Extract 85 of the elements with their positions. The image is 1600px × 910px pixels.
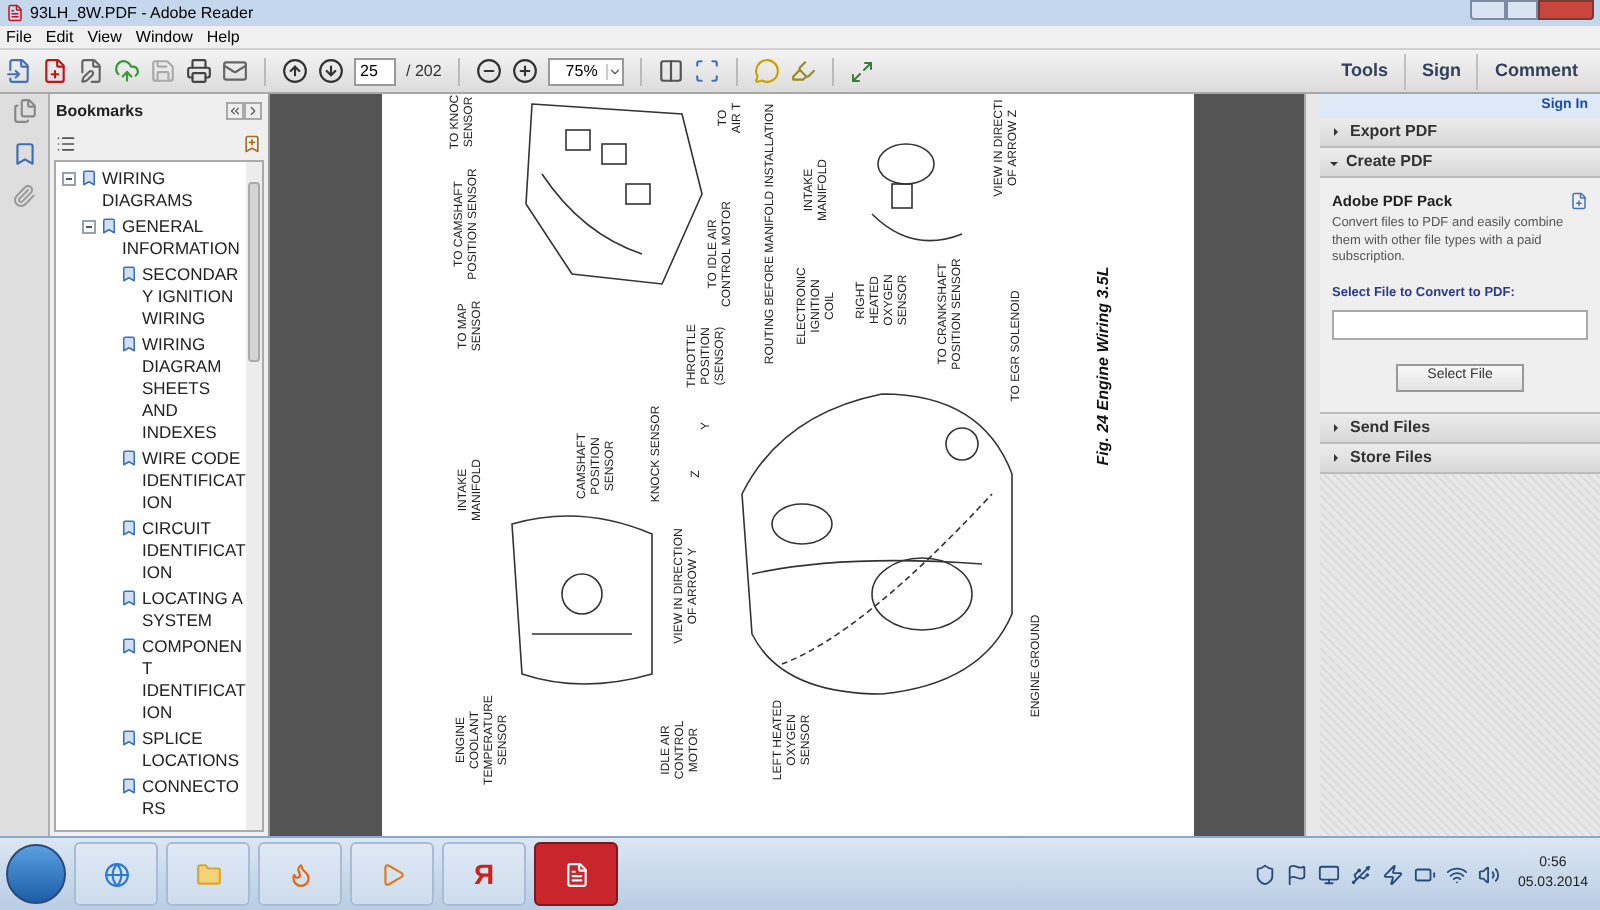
taskbar-app[interactable]: Я bbox=[442, 842, 526, 906]
figure-caption: Fig. 24 Engine Wiring 3.5L bbox=[1092, 266, 1114, 466]
document-icon bbox=[563, 861, 589, 887]
bookmark-item[interactable]: SECONDARY IGNITION WIRING bbox=[142, 264, 246, 330]
full-screen-icon[interactable] bbox=[849, 59, 874, 83]
create-file-icon[interactable] bbox=[42, 58, 68, 84]
section-header[interactable]: Export PDF bbox=[1320, 118, 1600, 148]
sensor-drawing bbox=[871, 143, 963, 242]
bookmark-item[interactable]: CIRCUIT IDENTIFICATION bbox=[142, 518, 246, 584]
window-title: 93LH_8W.PDF - Adobe Reader bbox=[30, 1, 254, 25]
zoom-dropdown[interactable]: 75% bbox=[547, 57, 624, 85]
bookmark-icon bbox=[120, 636, 138, 656]
open-file-icon[interactable] bbox=[6, 58, 32, 84]
toolbar-tab[interactable]: Tools bbox=[1325, 53, 1404, 89]
next-page-icon[interactable] bbox=[318, 58, 344, 84]
page-number-field[interactable]: 25 bbox=[354, 57, 396, 85]
options-icon[interactable] bbox=[56, 134, 76, 154]
menu-item[interactable]: View bbox=[87, 27, 122, 47]
section-header[interactable]: Store Files bbox=[1320, 443, 1600, 473]
scrollbar[interactable] bbox=[246, 162, 262, 830]
bookmark-item[interactable]: GENERAL INFORMATION bbox=[122, 216, 246, 260]
bookmark-icon bbox=[100, 216, 118, 236]
folder-icon bbox=[195, 861, 221, 887]
toolbar-tab[interactable]: Comment bbox=[1476, 53, 1594, 89]
tray-icon[interactable] bbox=[1285, 863, 1308, 885]
section-header[interactable]: Send Files bbox=[1320, 413, 1600, 443]
collapse-toggle[interactable] bbox=[82, 220, 96, 234]
menu-item[interactable]: Window bbox=[135, 27, 193, 47]
mail-icon[interactable] bbox=[222, 58, 248, 84]
tray-icon[interactable] bbox=[1477, 863, 1500, 885]
collapse-toggle[interactable] bbox=[62, 172, 76, 186]
tray-icon[interactable] bbox=[1349, 863, 1372, 885]
expand-panel-icon[interactable] bbox=[244, 102, 262, 120]
bookmark-icon bbox=[120, 518, 138, 538]
tray-icon[interactable] bbox=[1413, 863, 1436, 885]
start-button[interactable] bbox=[6, 844, 66, 904]
panel-title: Bookmarks bbox=[56, 99, 144, 123]
bookmark-item[interactable]: CONNECTORS bbox=[142, 776, 246, 820]
tray-icon[interactable] bbox=[1253, 863, 1276, 885]
section-header[interactable]: Create PDF bbox=[1320, 148, 1600, 178]
maximize-button[interactable] bbox=[1506, 0, 1538, 20]
minimize-button[interactable] bbox=[1470, 0, 1506, 20]
edit-file-icon[interactable] bbox=[78, 58, 104, 84]
zoom-in-icon[interactable] bbox=[511, 58, 538, 84]
taskbar-app[interactable] bbox=[534, 842, 618, 906]
zoom-out-icon[interactable] bbox=[475, 58, 502, 84]
bookmark-item[interactable]: COMPONENT IDENTIFICATION bbox=[142, 636, 246, 724]
print-icon[interactable] bbox=[186, 58, 212, 84]
menu-item[interactable]: Edit bbox=[45, 27, 74, 47]
fit-width-icon[interactable] bbox=[693, 58, 720, 84]
menu-item[interactable]: Help bbox=[206, 27, 240, 47]
bookmark-icon bbox=[120, 588, 138, 608]
play-icon bbox=[379, 861, 405, 887]
bookmark-icon bbox=[120, 264, 138, 284]
bookmark-item[interactable]: SPLICE LOCATIONS bbox=[142, 728, 246, 772]
bookmark-icon bbox=[120, 334, 138, 354]
toolbar-tab[interactable]: Sign bbox=[1403, 53, 1477, 89]
new-bookmark-icon[interactable] bbox=[242, 134, 262, 154]
file-input-field[interactable] bbox=[1332, 309, 1588, 339]
bookmark-item[interactable]: WIRING DIAGRAM SHEETS AND INDEXES bbox=[142, 334, 246, 444]
page-count: / 202 bbox=[406, 59, 442, 83]
browser-icon bbox=[103, 861, 129, 887]
bookmark-icon bbox=[120, 776, 138, 796]
scrollbar[interactable] bbox=[1304, 94, 1320, 836]
cloud-upload-icon[interactable] bbox=[114, 58, 140, 84]
collapse-panel-icon[interactable] bbox=[226, 102, 244, 120]
bookmark-icon bbox=[120, 448, 138, 468]
fit-page-icon[interactable] bbox=[657, 58, 684, 84]
tray-icon[interactable] bbox=[1445, 863, 1468, 885]
bookmark-item[interactable]: WIRING DIAGRAMS bbox=[102, 168, 234, 212]
previous-page-icon[interactable] bbox=[282, 58, 308, 84]
app-icon bbox=[6, 4, 24, 22]
bookmark-item[interactable]: LOCATING A SYSTEM bbox=[142, 588, 246, 632]
tray-icon[interactable] bbox=[1381, 863, 1404, 885]
bookmark-icon[interactable] bbox=[11, 140, 37, 168]
bookmark-icon bbox=[80, 168, 98, 188]
caret-icon bbox=[605, 63, 622, 79]
flame-icon bbox=[287, 861, 313, 887]
menu-item[interactable]: File bbox=[6, 27, 32, 47]
highlight-icon[interactable] bbox=[789, 58, 816, 84]
bookmark-icon bbox=[120, 728, 138, 748]
pages-icon[interactable] bbox=[11, 98, 37, 124]
tray-icon[interactable] bbox=[1317, 863, 1340, 885]
pdf-pack-icon bbox=[1570, 192, 1588, 211]
bookmark-item[interactable]: WIRE CODE IDENTIFICATION bbox=[142, 448, 246, 514]
